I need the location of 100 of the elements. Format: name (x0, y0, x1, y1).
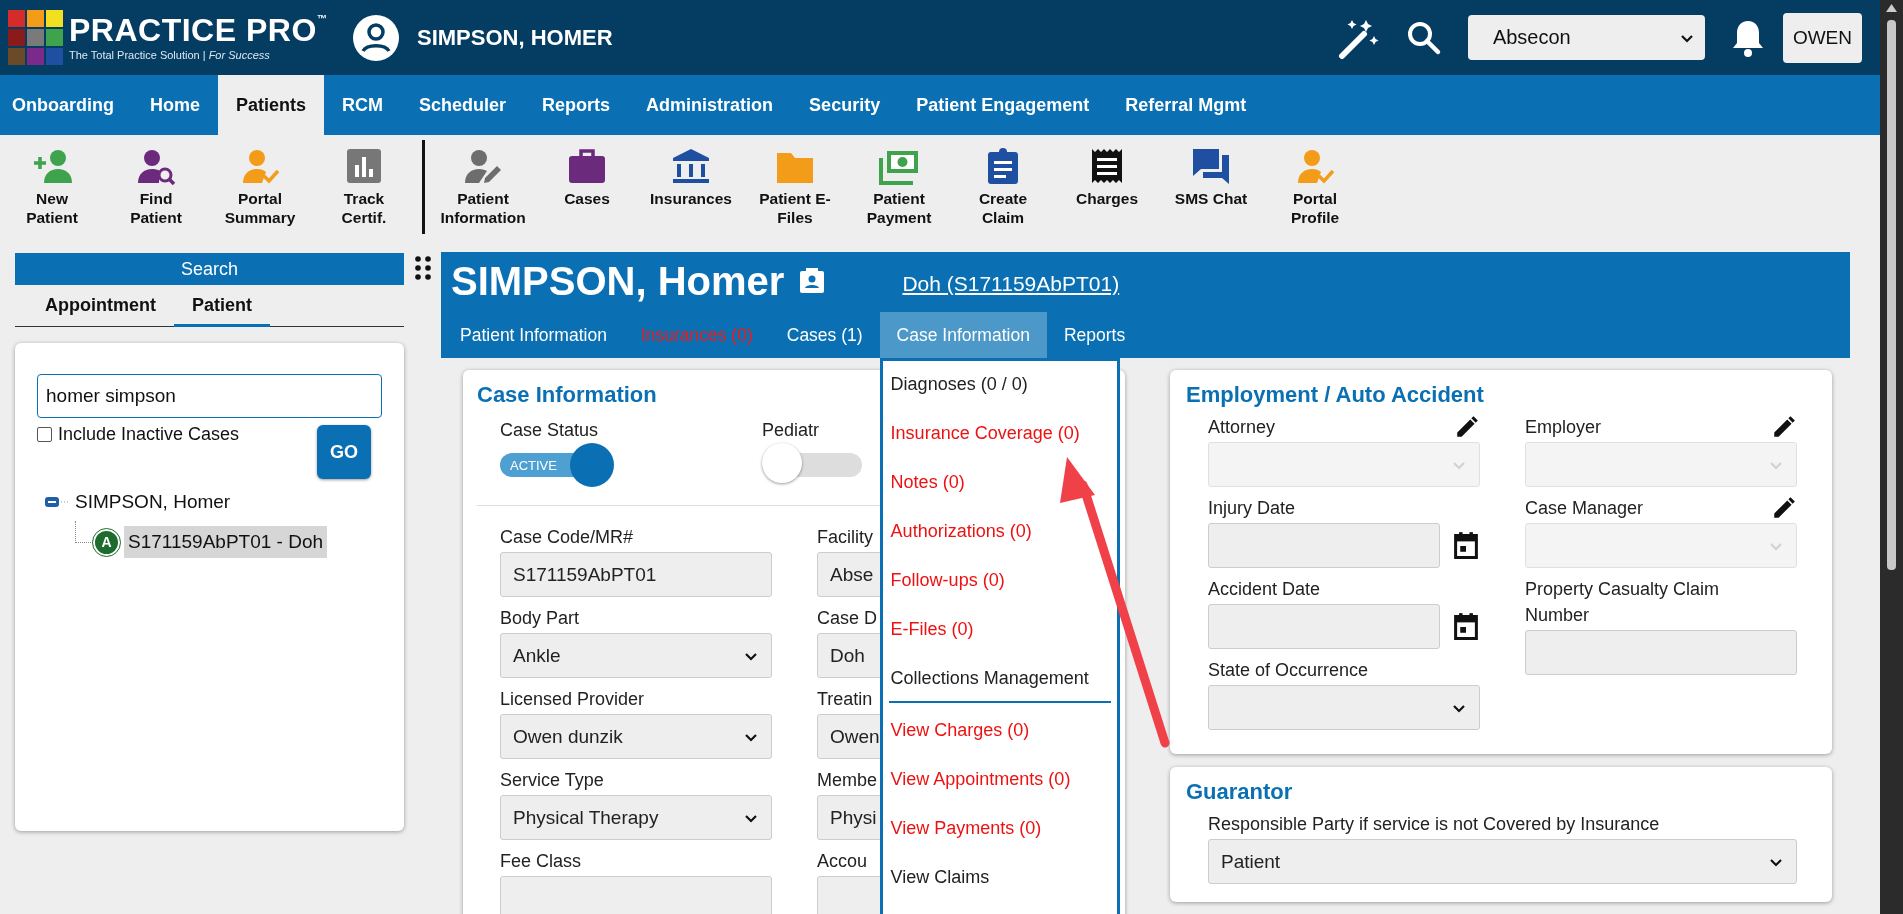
nav-tab[interactable]: Scheduler (401, 75, 525, 135)
field-label: Accou (817, 850, 868, 874)
field-label: Licensed Provider (500, 688, 645, 712)
field-label: State of Occurrence (1208, 659, 1369, 683)
user-button[interactable]: OWEN (1782, 12, 1862, 63)
field-label: Responsible Party if service is not Covered by Insurance (1208, 813, 1660, 837)
field-label: Body Part (500, 607, 580, 631)
nav-tab[interactable]: Referral Mgmt (1107, 75, 1265, 135)
menu-item[interactable]: Authorizations (0) (890, 514, 1117, 563)
nav-tab[interactable]: Home (132, 75, 218, 135)
field-label: Facility (817, 526, 873, 549)
nav-tab[interactable]: Security (791, 75, 899, 135)
field-label: Case Code/MR# (500, 526, 634, 549)
field-label: Case Manager (1525, 497, 1644, 521)
toolbar-button[interactable]: New Patient (0, 135, 104, 228)
checkbox-label: Include Inactive Cases (58, 424, 240, 445)
bar-chart-icon (344, 147, 384, 185)
menu-item[interactable]: E-Files (0) (890, 612, 1117, 661)
date-field[interactable] (1208, 523, 1440, 569)
checkbox[interactable] (37, 427, 52, 442)
person-check-icon (1295, 147, 1335, 185)
menu-item[interactable]: View Appointments (0) (890, 762, 1117, 811)
collapse-icon[interactable] (45, 496, 69, 508)
field-label: Injury Date (1208, 497, 1296, 521)
drag-handle-icon[interactable] (414, 256, 431, 280)
select-field[interactable]: Ankle (500, 633, 772, 679)
toolbar-button[interactable]: Cases (535, 135, 639, 228)
field-label: Fee Class (500, 850, 582, 874)
panel-title: Search (15, 253, 404, 285)
toolbar-button[interactable]: Create Claim (951, 135, 1055, 228)
card-title: Guarantor (1186, 779, 1293, 806)
toolbar-button[interactable]: Patient E-Files (743, 135, 847, 228)
select-field[interactable]: Patient (1208, 839, 1797, 885)
calendar-icon[interactable] (1452, 611, 1480, 642)
search-field[interactable]: homer simpson (37, 374, 382, 418)
nav-tab[interactable]: Patient Engagement (898, 75, 1108, 135)
search-tab[interactable]: Patient (174, 289, 270, 327)
select-field[interactable]: Owen dunzik (500, 714, 772, 760)
calendar-icon[interactable] (1452, 530, 1480, 561)
menu-item[interactable]: Follow-ups (0) (890, 563, 1117, 612)
logo-tagline: The Total Practice Solution | For Success (69, 49, 271, 61)
toolbar-button[interactable]: Patient Payment (847, 135, 951, 228)
scrollbar-thumb[interactable] (1887, 20, 1896, 570)
menu-item[interactable]: Notes (0) (890, 465, 1117, 514)
menu-item[interactable]: Collections Management (890, 661, 1117, 710)
menu-item[interactable]: View Payments (0) (890, 811, 1117, 860)
search-tab[interactable]: Appointment (27, 289, 174, 327)
field-label: Treatin (817, 688, 873, 712)
user-avatar-icon[interactable] (353, 14, 399, 61)
logo-icon (8, 10, 63, 65)
toolbar-button[interactable]: Find Patient (104, 135, 208, 228)
field-label: Case Status (500, 420, 600, 441)
card-title: Employment / Auto Accident (1186, 382, 1484, 408)
menu-item[interactable]: View Claims (890, 860, 1117, 909)
field-label: Case D (817, 607, 878, 631)
toolbar-button[interactable]: Portal Profile (1263, 135, 1367, 228)
text-field[interactable]: S171159AbPT01 (500, 552, 772, 598)
scroll-up-icon[interactable] (1886, 4, 1897, 12)
select-field[interactable] (1208, 685, 1480, 731)
toolbar-button[interactable]: SMS Chat (1159, 135, 1263, 228)
person-edit-icon (463, 147, 503, 185)
date-field[interactable] (1208, 604, 1440, 650)
toolbar-button[interactable]: Charges (1055, 135, 1159, 228)
toolbar-button[interactable]: Portal Summary (208, 135, 312, 228)
nav-tab[interactable]: Onboarding (0, 75, 132, 135)
field-label: Property Casualty Claim Number (1525, 578, 1721, 628)
field-label: Pediatr (762, 420, 821, 441)
bank-icon (671, 147, 711, 185)
contact-card-icon[interactable] (798, 267, 827, 295)
search-icon[interactable] (1405, 19, 1442, 56)
toolbar-button[interactable]: Patient Information (431, 135, 535, 228)
nav-tab[interactable]: Patients (218, 75, 325, 135)
patient-tab[interactable]: Patient Information (443, 312, 624, 358)
menu-item[interactable]: View Charges (0) (890, 713, 1117, 762)
menu-item[interactable]: Insurance Coverage (0) (890, 416, 1117, 465)
patient-tab[interactable]: Reports (1046, 312, 1143, 358)
tree-item[interactable]: S171159AbPT01 - Doh (124, 526, 328, 558)
trademark: ™ (316, 13, 328, 24)
tree-item[interactable]: SIMPSON, Homer (75, 491, 231, 513)
card-title: Case Information (477, 382, 657, 408)
field-label: Employer (1525, 416, 1602, 439)
toolbar-button[interactable]: Insurances (639, 135, 743, 228)
person-search-icon (136, 147, 176, 185)
logo-title: PRACTICE PRO (69, 12, 317, 48)
nav-tab[interactable]: Administration (628, 75, 792, 135)
patient-name: SIMPSON, HOMER (417, 24, 613, 51)
select-field[interactable]: Physical Therapy (500, 795, 772, 841)
location-select[interactable]: Absecon (1467, 15, 1705, 60)
nav-tab[interactable]: RCM (324, 75, 402, 135)
toolbar-button[interactable]: Track Certif. (312, 135, 416, 228)
case-link[interactable]: Doh (S171159AbPT01) (902, 272, 1120, 296)
menu-item[interactable]: Diagnoses (0 / 0) (890, 367, 1117, 416)
status-badge: A (93, 528, 120, 556)
text-field[interactable] (1525, 630, 1797, 676)
text-field[interactable] (500, 876, 772, 914)
briefcase-icon (567, 147, 607, 185)
patient-tab[interactable]: Cases (1) (769, 312, 880, 358)
nav-tab[interactable]: Reports (524, 75, 629, 135)
go-button[interactable]: GO (317, 425, 371, 479)
chat-icon (1191, 147, 1231, 185)
